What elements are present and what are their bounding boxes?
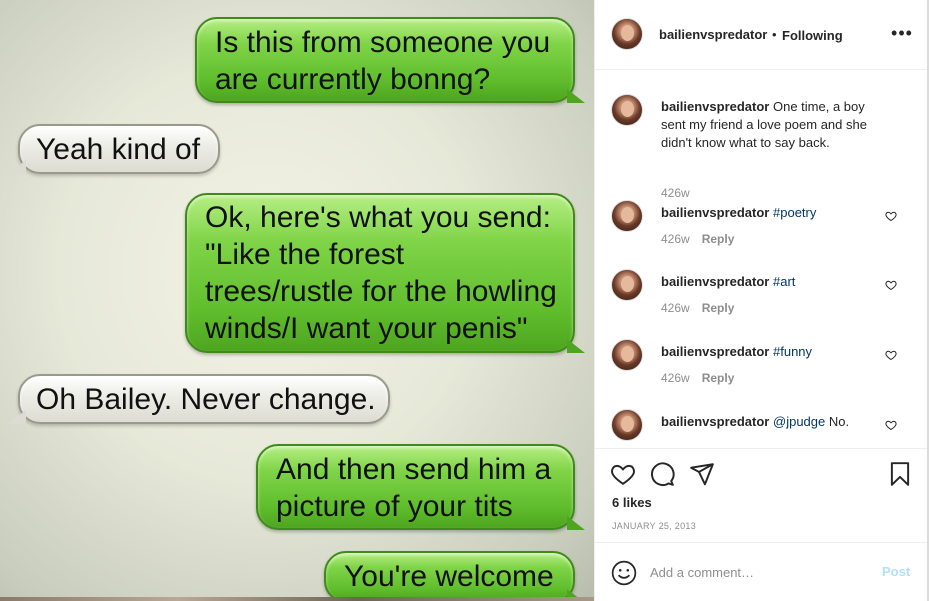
- post-actions: 6 likes JANUARY 25, 2013: [595, 448, 928, 542]
- message-bubble-sent: Ok, here's what you send: "Like the fore…: [185, 193, 585, 353]
- comment-text: bailienvspredator One time, a boy sent m…: [661, 98, 891, 152]
- add-comment-bar: Post: [595, 542, 928, 601]
- message-bubble-sent: Is this from someone you are currently b…: [195, 17, 585, 103]
- message-line: Yeah kind of: [36, 133, 201, 166]
- hashtag-link[interactable]: #funny: [773, 344, 812, 359]
- header-separator: •: [772, 27, 777, 42]
- post-comment-button[interactable]: Post: [882, 564, 910, 579]
- avatar[interactable]: [611, 18, 643, 50]
- like-comment-heart-icon[interactable]: [885, 279, 897, 291]
- caption-comment: bailienvspredator One time, a boy sent m…: [595, 94, 928, 200]
- comment-time[interactable]: 426w: [661, 232, 690, 246]
- comment-username[interactable]: bailienvspredator: [661, 414, 769, 429]
- message-line: You're welcome: [344, 560, 554, 593]
- comment-username[interactable]: bailienvspredator: [661, 99, 769, 114]
- message-bubble-sent: And then send him a picture of your tits: [256, 444, 585, 530]
- message-line: trees/rustle for the howling: [205, 275, 557, 308]
- likes-count[interactable]: 6 likes: [612, 495, 652, 510]
- message-line: picture of your tits: [276, 490, 513, 523]
- more-horizontal-icon[interactable]: •••: [891, 24, 913, 46]
- avatar[interactable]: [611, 409, 643, 441]
- comment-time[interactable]: 426w: [661, 301, 690, 315]
- post-image[interactable]: Is this from someone you are currently b…: [0, 0, 594, 601]
- emoji-icon[interactable]: [611, 560, 637, 586]
- comment-time[interactable]: 426w: [661, 186, 690, 200]
- hashtag-link[interactable]: #art: [773, 274, 795, 289]
- post-date[interactable]: JANUARY 25, 2013: [612, 521, 696, 531]
- post-header: bailienvspredator • Following •••: [595, 0, 928, 70]
- bookmark-icon[interactable]: [887, 461, 913, 487]
- message-line: Ok, here's what you send:: [205, 201, 551, 234]
- heart-icon[interactable]: [610, 461, 636, 487]
- like-comment-heart-icon[interactable]: [885, 349, 897, 361]
- message-line: Oh Bailey. Never change.: [36, 383, 376, 416]
- message-line: Is this from someone you: [215, 26, 551, 59]
- comment-icon[interactable]: [649, 461, 675, 487]
- like-comment-heart-icon[interactable]: [885, 419, 897, 431]
- comment-meta: 426w Reply: [661, 232, 734, 246]
- comment-username[interactable]: bailienvspredator: [661, 344, 769, 359]
- reply-button[interactable]: Reply: [702, 232, 735, 246]
- comment-meta: 426w Reply: [661, 371, 734, 385]
- comment-text: bailienvspredator #art: [661, 273, 891, 291]
- comment-item: bailienvspredator #art 426w Reply: [595, 269, 928, 319]
- comment-input[interactable]: [650, 561, 870, 583]
- comment-username[interactable]: bailienvspredator: [661, 274, 769, 289]
- comments-list: bailienvspredator One time, a boy sent m…: [595, 71, 928, 448]
- post-sidebar: bailienvspredator • Following ••• bailie…: [594, 0, 928, 601]
- comment-text: bailienvspredator #poetry: [661, 204, 891, 222]
- comment-text: bailienvspredator @jpudge No.: [661, 413, 891, 431]
- message-line: "Like the forest: [205, 238, 405, 271]
- message-line: And then send him a: [276, 453, 552, 486]
- message-line: are currently bonng?: [215, 63, 491, 96]
- share-icon[interactable]: [689, 461, 715, 487]
- comment-username[interactable]: bailienvspredator: [661, 205, 769, 220]
- comment-meta: 426w Reply: [661, 301, 734, 315]
- avatar[interactable]: [611, 200, 643, 232]
- following-button[interactable]: Following: [782, 28, 843, 43]
- message-bubble-sent: You're welcome: [324, 551, 585, 601]
- like-comment-heart-icon[interactable]: [885, 210, 897, 222]
- avatar[interactable]: [611, 269, 643, 301]
- reply-button[interactable]: Reply: [702, 371, 735, 385]
- header-username[interactable]: bailienvspredator: [659, 27, 767, 42]
- comment-meta: 426w: [661, 186, 690, 200]
- comment-item: bailienvspredator @jpudge No.: [595, 409, 928, 448]
- avatar[interactable]: [611, 339, 643, 371]
- message-line: winds/I want your penis": [205, 312, 528, 345]
- reply-button[interactable]: Reply: [702, 301, 735, 315]
- comment-time[interactable]: 426w: [661, 371, 690, 385]
- avatar[interactable]: [611, 94, 643, 126]
- mention-link[interactable]: @jpudge: [773, 414, 825, 429]
- comment-item: bailienvspredator #funny 426w Reply: [595, 339, 928, 389]
- message-bubble-received: Oh Bailey. Never change.: [8, 374, 390, 424]
- message-bubble-received: Yeah kind of: [8, 124, 220, 174]
- comment-item: bailienvspredator #poetry 426w Reply: [595, 200, 928, 250]
- comment-content: No.: [825, 414, 850, 429]
- hashtag-link[interactable]: #poetry: [773, 205, 816, 220]
- image-bottom-edge: [0, 597, 594, 601]
- comment-text: bailienvspredator #funny: [661, 343, 891, 361]
